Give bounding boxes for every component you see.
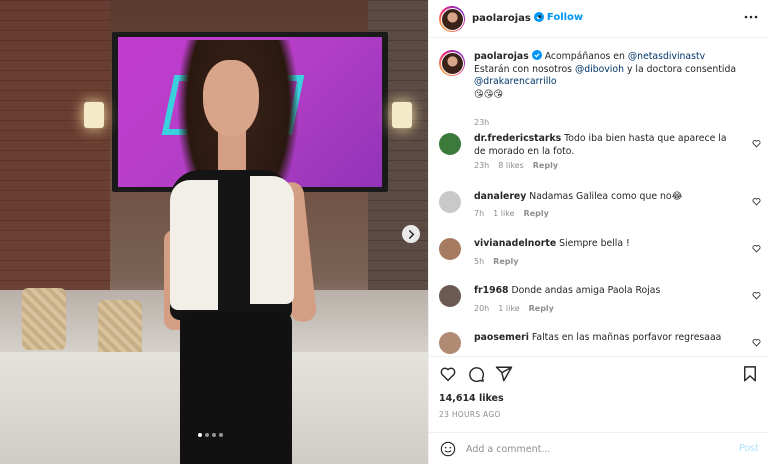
comment-body: Donde andas amiga Paola Rojas [511,285,661,296]
comment-text: fr1968 Donde andas amiga Paola Rojas [474,285,736,298]
author-name[interactable]: paolarojas [472,13,531,24]
chevron-right-icon [408,229,414,239]
caption-emojis: 😘😘😘 [474,88,504,100]
comment-meta: 23h 8 likes Reply [474,161,558,170]
add-comment-input[interactable] [466,440,726,458]
comment-time[interactable]: 5h [474,257,484,266]
author-avatar[interactable] [439,50,465,76]
heart-icon[interactable] [752,244,761,253]
save-bookmark-icon[interactable] [741,365,759,383]
comment-meta: 20h 1 like Reply [474,304,554,313]
wall-lamp [392,102,412,128]
commenter-username[interactable]: danalerey [474,191,526,202]
commenter-username[interactable]: vivianadelnorte [474,238,556,249]
like-count[interactable]: 14,614 likes [439,393,504,404]
post-timestamp[interactable]: 23 HOURS AGO [439,410,501,419]
carousel-dot [219,433,223,437]
mention-link[interactable]: @dibovioh [575,64,624,75]
reply-button[interactable]: Reply [493,257,518,266]
commenter-username[interactable]: paosemeri [474,332,529,343]
commenter-username[interactable]: dr.fredericstarks [474,133,561,144]
carousel-dot [212,433,216,437]
commenter-avatar[interactable] [439,332,461,354]
post-photo[interactable] [0,0,428,464]
comment-likes[interactable]: 1 like [493,209,514,218]
wall-lamp [84,102,104,128]
heart-icon[interactable] [752,139,761,148]
commenter-avatar[interactable] [439,238,461,260]
post-side-panel: paolarojas • Follow paolarojas Acompáñano… [428,0,768,464]
mention-link[interactable]: @drakarencarrillo [474,76,557,87]
separator-dot: • [537,12,543,23]
carousel-dot [205,433,209,437]
post-header: paolarojas • Follow [429,0,768,38]
commenter-username[interactable]: fr1968 [474,285,509,296]
like-heart-icon[interactable] [439,365,457,383]
comment-text: danalerey Nadamas Galilea como que no😂 [474,191,736,204]
person-vest [250,176,294,304]
emoji-icon[interactable] [440,441,456,457]
caption-author[interactable]: paolarojas [474,51,529,62]
verified-icon [531,50,542,60]
caption-segment: y la doctora consentida [623,63,737,75]
comment-likes[interactable]: 1 like [498,304,519,313]
comment-icon[interactable] [467,365,485,383]
reply-button[interactable]: Reply [529,304,554,313]
comment-text: dr.fredericstarks Todo iba bien hasta qu… [474,133,736,158]
comment-time[interactable]: 7h [474,209,484,218]
share-icon[interactable] [495,365,513,383]
comment-time[interactable]: 23h [474,161,489,170]
follow-label[interactable]: Follow [547,12,583,23]
caption-segment: Estarán con nosotros [474,63,575,75]
heart-icon[interactable] [752,291,761,300]
follow-button[interactable]: • Follow [537,12,583,23]
commenter-avatar[interactable] [439,285,461,307]
carousel-dot [198,433,202,437]
comment-meta: 7h 1 like Reply [474,209,549,218]
person-pants [180,312,292,464]
comment-body: Siempre bella ! [559,238,630,249]
reply-button[interactable]: Reply [524,209,549,218]
comment-likes[interactable]: 8 likes [498,161,524,170]
comment-body: Nadamas Galilea como que no😂 [529,191,683,202]
more-options-icon[interactable] [743,11,759,23]
basket [22,288,66,350]
brick-wall-left [0,0,110,290]
mention-link[interactable]: @netasdivinastv [628,51,705,62]
comment-text: vivianadelnorte Siempre bella ! [474,238,736,251]
comment-time[interactable]: 20h [474,304,489,313]
author-username[interactable]: paolarojas [472,12,545,24]
add-comment-bar: Post [429,432,768,464]
caption-timestamp[interactable]: 23h [474,118,489,127]
post-actions: 14,614 likes 23 HOURS AGO [429,356,768,430]
comment-body: Faltas en las mañnas porfavor regresaaa [531,332,722,343]
comment-text: paosemeri Faltas en las mañnas porfavor … [474,332,736,345]
carousel-next-button[interactable] [402,225,420,243]
reply-button[interactable]: Reply [533,161,558,170]
carousel-indicator [198,433,223,437]
commenter-avatar[interactable] [439,191,461,213]
person-face [203,60,259,136]
heart-icon[interactable] [752,338,761,347]
post-comment-button[interactable]: Post [739,443,759,454]
comments-scroll-area[interactable]: paolarojas Acompáñanos en @netasdivinast… [429,38,768,356]
caption-text: paolarojas Acompáñanos en @netasdivinast… [474,50,749,101]
author-avatar[interactable] [439,6,465,32]
person-vest [170,180,218,310]
heart-icon[interactable] [752,197,761,206]
commenter-avatar[interactable] [439,133,461,155]
caption-segment: Acompáñanos en [544,51,628,62]
comment-meta: 5h Reply [474,257,518,266]
